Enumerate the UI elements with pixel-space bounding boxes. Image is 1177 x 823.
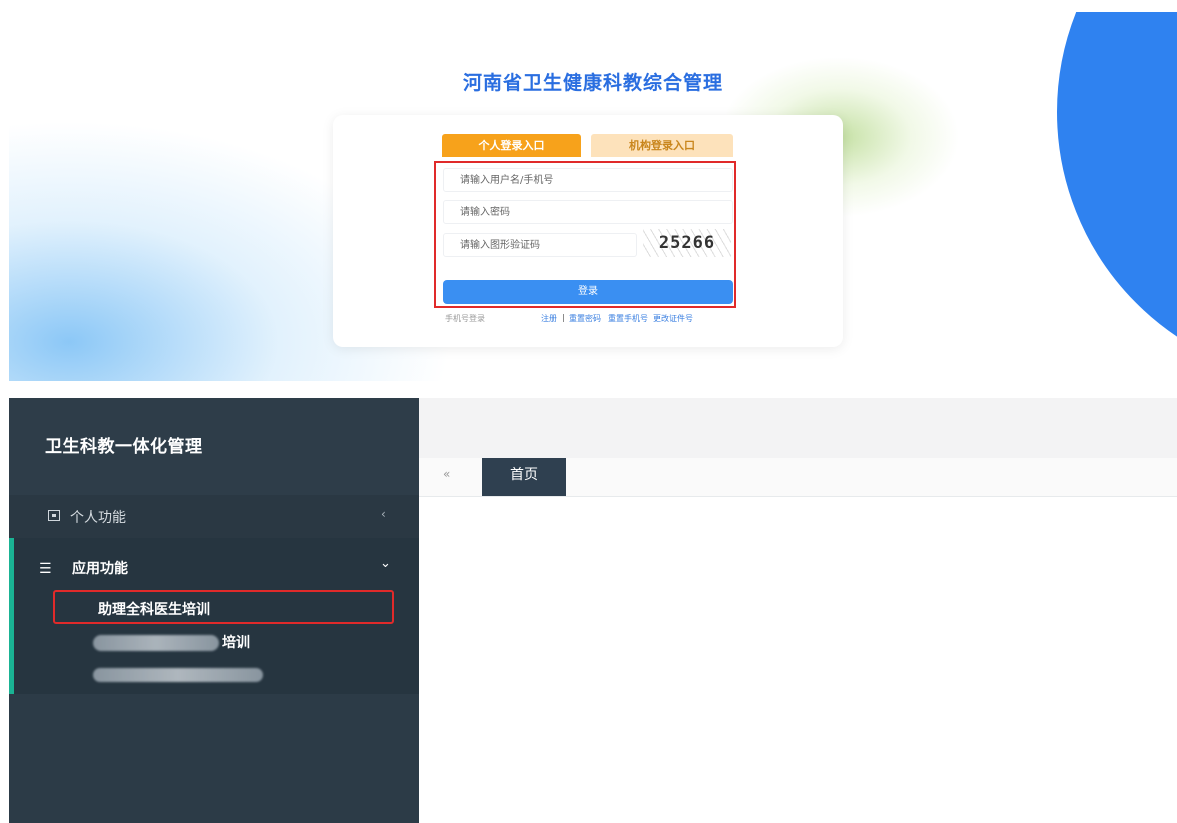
change-id-link[interactable]: 更改证件号 <box>653 313 693 324</box>
double-chevron-left-icon[interactable]: « <box>443 467 450 481</box>
tab-organization-login[interactable]: 机构登录入口 <box>591 134 733 157</box>
sidebar-item-personal[interactable]: 个人功能 ‹ <box>9 495 419 538</box>
submenu-item-label: 助理全科医生培训 <box>98 602 210 618</box>
content-header <box>419 398 1177 458</box>
sidebar-item-label: 应用功能 <box>72 561 128 577</box>
reset-phone-link[interactable]: 重置手机号 <box>608 313 648 324</box>
tab-personal-login[interactable]: 个人登录入口 <box>442 134 581 157</box>
register-link[interactable]: 注册 <box>541 313 557 324</box>
sidebar-item-apps[interactable]: ☰ 应用功能 ⌄ 助理全科医生培训 培训 <box>9 538 419 694</box>
admin-screenshot: 卫生科教一体化管理 个人功能 ‹ ☰ 应用功能 ⌄ 助理全科医生培训 培训 « … <box>9 398 1177 823</box>
highlight-box-login-form <box>434 161 736 308</box>
list-icon: ☰ <box>39 561 52 577</box>
submenu-item-blurred[interactable] <box>93 668 263 682</box>
tab-home[interactable]: 首页 <box>482 458 566 496</box>
submenu-item-training[interactable]: 培训 <box>222 632 250 652</box>
login-screenshot: 河南省卫生健康科教综合管理 个人登录入口 机构登录入口 请输入用户名/手机号 请… <box>9 12 1177 381</box>
sidebar-brand: 卫生科教一体化管理 <box>9 398 419 495</box>
blurred-redaction <box>93 635 219 651</box>
sidebar-item-label: 个人功能 <box>70 510 126 526</box>
login-card: 个人登录入口 机构登录入口 请输入用户名/手机号 请输入密码 请输入图形验证码 … <box>333 115 843 347</box>
tab-bar: « 首页 <box>419 458 1177 497</box>
submenu-item-assistant-gp-training[interactable]: 助理全科医生培训 <box>53 590 394 624</box>
id-card-icon <box>48 510 60 521</box>
system-title: 河南省卫生健康科教综合管理 <box>462 72 723 94</box>
reset-password-link[interactable]: 重置密码 <box>569 313 601 324</box>
phone-login-link[interactable]: 手机号登录 <box>445 313 485 324</box>
link-separator: | <box>562 313 565 322</box>
chevron-left-icon: ‹ <box>381 507 386 521</box>
chevron-down-icon: ⌄ <box>380 556 391 571</box>
brand-title: 卫生科教一体化管理 <box>45 437 203 457</box>
sidebar: 卫生科教一体化管理 个人功能 ‹ ☰ 应用功能 ⌄ 助理全科医生培训 培训 <box>9 398 419 823</box>
